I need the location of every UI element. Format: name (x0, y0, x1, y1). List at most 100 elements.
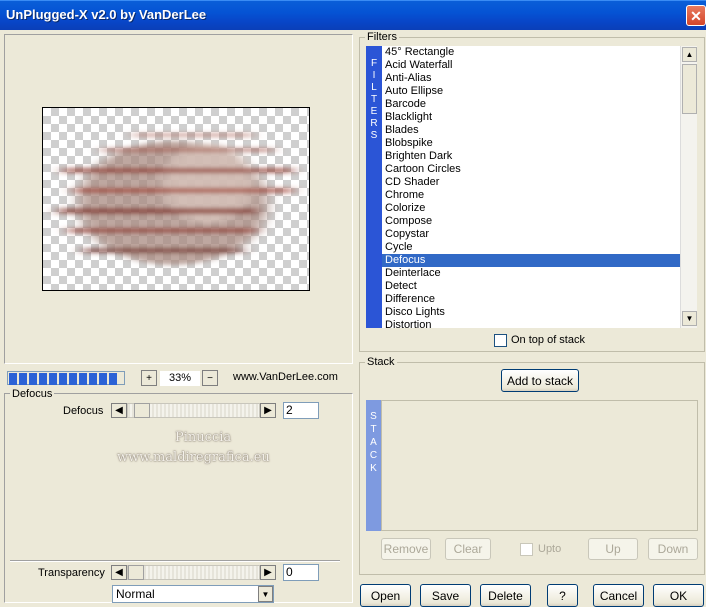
defocus-value-field[interactable]: 2 (283, 402, 319, 419)
filter-item[interactable]: Blacklight (382, 111, 680, 124)
ok-button[interactable]: OK (653, 584, 704, 607)
progress-block (19, 373, 27, 385)
progress-block (49, 373, 57, 385)
filter-item[interactable]: Blades (382, 124, 680, 137)
defocus-slider[interactable] (127, 403, 260, 418)
arrow-left-icon: ◀ (115, 405, 123, 416)
delete-button[interactable]: Delete (480, 584, 531, 607)
blend-mode-value: Normal (116, 587, 155, 601)
progress-block (9, 373, 17, 385)
transparency-increase-button[interactable]: ▶ (260, 565, 276, 580)
upto-checkbox[interactable] (520, 543, 533, 556)
zoom-in-button[interactable]: + (141, 370, 157, 386)
progress-block (29, 373, 37, 385)
side-letter: E (370, 106, 378, 117)
progress-block (69, 373, 77, 385)
transparency-label: Transparency (38, 567, 105, 579)
window-title: UnPlugged-X v2.0 by VanDerLee (6, 7, 207, 22)
blend-mode-select[interactable]: Normal ▼ (112, 585, 274, 603)
filter-item[interactable]: Difference (382, 293, 680, 306)
scroll-thumb[interactable] (682, 64, 697, 114)
zoom-out-button[interactable]: − (202, 370, 218, 386)
filter-item[interactable]: Copystar (382, 228, 680, 241)
close-button[interactable]: ✕ (686, 5, 706, 26)
side-letter: A (370, 437, 377, 448)
on-top-checkbox[interactable] (494, 334, 507, 347)
watermark-line1: Pinuccia (175, 430, 232, 445)
filter-item[interactable]: Disco Lights (382, 306, 680, 319)
filter-item[interactable]: Chrome (382, 189, 680, 202)
filter-list[interactable]: 45° Rectangle Acid Waterfall Anti-Alias Aut… (382, 46, 680, 328)
side-letter: T (370, 424, 377, 435)
filter-item[interactable]: Distortion (382, 319, 680, 328)
cancel-button[interactable]: Cancel (593, 584, 644, 607)
side-letter: K (370, 463, 377, 474)
filter-item[interactable]: Cycle (382, 241, 680, 254)
arrow-down-icon: ▼ (685, 314, 694, 323)
side-letter: C (369, 450, 378, 461)
defocus-slider-thumb[interactable] (134, 403, 150, 418)
defocus-group-label: Defocus (10, 388, 55, 400)
filter-item[interactable]: Acid Waterfall (382, 59, 680, 72)
side-letter: T (370, 94, 378, 105)
progress-block (89, 373, 97, 385)
filter-item[interactable]: Anti-Alias (382, 72, 680, 85)
filter-item[interactable]: Blobspike (382, 137, 680, 150)
defocus-param-label: Defocus (63, 405, 104, 417)
stack-list[interactable] (381, 400, 698, 531)
upto-label: Upto (538, 543, 562, 555)
scroll-down-button[interactable]: ▼ (682, 311, 697, 326)
progress-block (59, 373, 67, 385)
scroll-up-button[interactable]: ▲ (682, 47, 697, 62)
defocus-increase-button[interactable]: ▶ (260, 403, 276, 418)
defocus-decrease-button[interactable]: ◀ (111, 403, 127, 418)
side-letter: S (370, 130, 378, 141)
arrow-up-icon: ▲ (685, 50, 694, 59)
filter-item[interactable]: Compose (382, 215, 680, 228)
help-button[interactable]: ? (547, 584, 578, 607)
transparency-slider[interactable] (127, 565, 260, 580)
chevron-down-icon[interactable]: ▼ (258, 586, 273, 602)
down-button[interactable]: Down (648, 538, 698, 560)
filter-item[interactable]: Auto Ellipse (382, 85, 680, 98)
save-button[interactable]: Save (420, 584, 471, 607)
open-button[interactable]: Open (360, 584, 411, 607)
preview-image (42, 107, 310, 291)
side-letter: S (370, 411, 377, 422)
watermark-line2: www.maldiregrafica.eu (117, 450, 270, 465)
side-letter: L (371, 82, 377, 93)
filter-item[interactable]: 45° Rectangle (382, 46, 680, 59)
progress-block (99, 373, 107, 385)
transparency-value-field[interactable]: 0 (283, 564, 319, 581)
progress-block (39, 373, 47, 385)
preview-image-content (58, 133, 293, 265)
filter-item[interactable]: Barcode (382, 98, 680, 111)
filter-item[interactable]: Detect (382, 280, 680, 293)
side-letter: F (370, 58, 378, 69)
clear-button[interactable]: Clear (445, 538, 491, 560)
filter-item[interactable]: Deinterlace (382, 267, 680, 280)
add-to-stack-button[interactable]: Add to stack (501, 369, 579, 392)
filter-item[interactable]: Defocus (382, 254, 680, 267)
filter-item[interactable]: Brighten Dark (382, 150, 680, 163)
side-letter: I (372, 70, 376, 81)
remove-button[interactable]: Remove (381, 538, 431, 560)
minus-icon: − (207, 372, 213, 384)
filter-item[interactable]: Colorize (382, 202, 680, 215)
filters-side-bar: FILTERS (366, 46, 382, 328)
progress-block (79, 373, 87, 385)
filter-item[interactable]: Cartoon Circles (382, 163, 680, 176)
transparency-decrease-button[interactable]: ◀ (111, 565, 127, 580)
stack-group-label: Stack (365, 356, 397, 368)
stack-side-bar: STACK (366, 400, 381, 531)
filter-list-scrollbar[interactable]: ▲ ▼ (680, 46, 697, 328)
up-button[interactable]: Up (588, 538, 638, 560)
transparency-slider-thumb[interactable] (128, 565, 144, 580)
plus-icon: + (146, 372, 152, 384)
arrow-right-icon: ▶ (264, 567, 272, 578)
arrow-left-icon: ◀ (115, 567, 123, 578)
arrow-right-icon: ▶ (264, 405, 272, 416)
website-link[interactable]: www.VanDerLee.com (233, 371, 338, 383)
close-icon: ✕ (690, 7, 702, 24)
filter-item[interactable]: CD Shader (382, 176, 680, 189)
